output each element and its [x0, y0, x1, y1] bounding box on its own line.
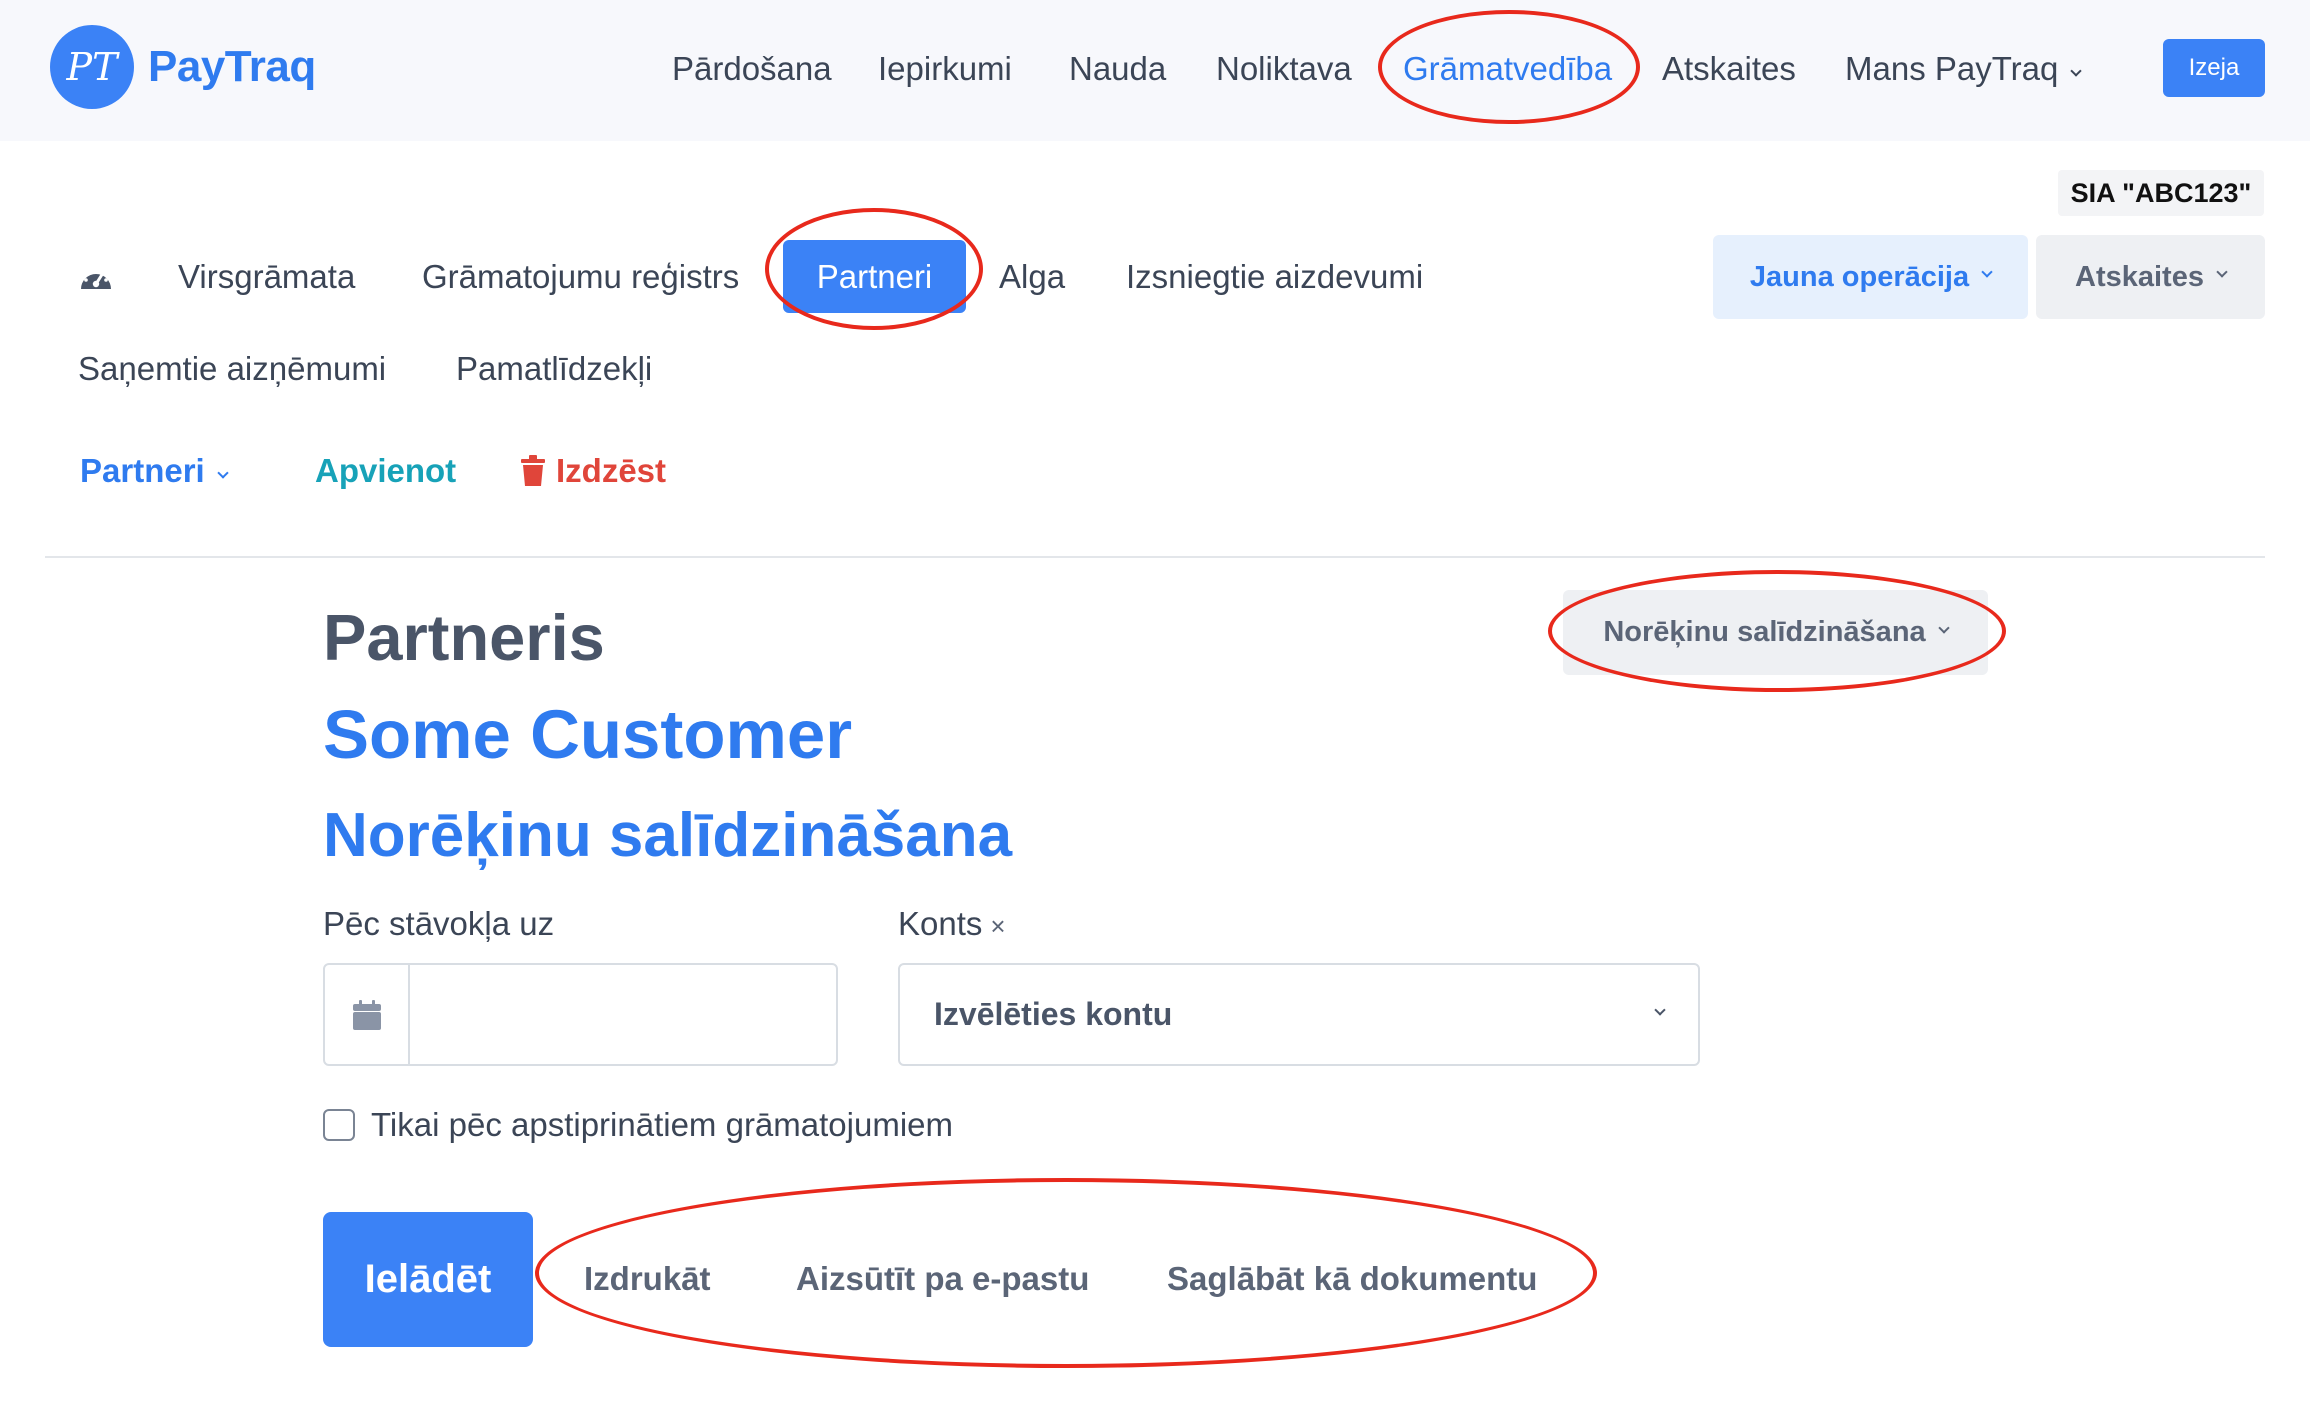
email-link[interactable]: Aizsūtīt pa e-pastu: [796, 1260, 1089, 1298]
subnav-item-virsgramata[interactable]: Virsgrāmata: [178, 258, 355, 296]
load-button[interactable]: Ielādēt: [323, 1212, 533, 1347]
chevron-down-icon: [2216, 266, 2228, 278]
delete-label: Izdzēst: [556, 452, 667, 489]
chevron-down-icon: [1981, 266, 1993, 278]
reports-button[interactable]: Atskaites: [2036, 235, 2265, 319]
subnav-item-sanemtie-aiznemumi[interactable]: Saņemtie aizņēmumi: [78, 350, 386, 388]
new-operation-label: Jauna operācija: [1749, 260, 1970, 293]
approved-only-label[interactable]: Tikai pēc apstiprinātiem grāmatojumiem: [371, 1106, 953, 1144]
trash-icon: [521, 455, 545, 486]
print-link[interactable]: Izdrukāt: [584, 1260, 711, 1298]
date-field: [323, 963, 838, 1066]
date-input[interactable]: [410, 965, 836, 1064]
chevron-down-icon: [2070, 65, 2083, 77]
subnav-item-alga[interactable]: Alga: [999, 258, 1065, 296]
top-navbar: PT PayTraq Pārdošana Iepirkumi Nauda Nol…: [0, 0, 2310, 141]
delete-link[interactable]: Izdzēst: [520, 452, 666, 490]
account-select-placeholder: Izvēlēties kontu: [934, 996, 1173, 1032]
nav-item-atskaites[interactable]: Atskaites: [1662, 50, 1796, 88]
chevron-down-icon: [1937, 621, 1950, 634]
save-as-document-link[interactable]: Saglābāt kā dokumentu: [1167, 1260, 1537, 1298]
nav-item-nauda[interactable]: Nauda: [1069, 50, 1166, 88]
nav-item-gramatvediba[interactable]: Grāmatvedība: [1403, 50, 1612, 88]
reports-label: Atskaites: [2075, 260, 2204, 293]
nav-item-iepirkumi[interactable]: Iepirkumi: [878, 50, 1012, 88]
approved-only-row: Tikai pēc apstiprinātiem grāmatojumiem: [323, 1106, 953, 1144]
calendar-icon: [352, 999, 381, 1030]
reconciliation-dropdown[interactable]: Norēķinu salīdzināšana: [1563, 590, 1988, 675]
nav-item-mans-paytraq-label: Mans PayTraq: [1845, 50, 2059, 87]
divider: [45, 556, 2265, 558]
subnav-item-partneri[interactable]: Partneri: [783, 240, 966, 313]
company-badge: SIA "ABC123": [2058, 170, 2264, 216]
account-select[interactable]: Izvēlēties kontu: [898, 963, 1700, 1066]
nav-item-mans-paytraq[interactable]: Mans PayTraq: [1845, 50, 2083, 88]
chevron-down-icon: [217, 467, 229, 479]
merge-link[interactable]: Apvienot: [315, 452, 456, 490]
date-label: Pēc stāvokļa uz: [323, 905, 555, 942]
exit-button[interactable]: Izeja: [2163, 39, 2265, 97]
partners-dropdown-label: Partneri: [80, 452, 205, 489]
partner-name-link[interactable]: Some Customer: [323, 695, 852, 774]
subnav-item-gramatojumu-registrs[interactable]: Grāmatojumu reģistrs: [422, 258, 739, 296]
account-label-text: Konts: [898, 905, 983, 942]
calendar-button[interactable]: [325, 965, 410, 1064]
subnav-item-izsniegtie-aizdevumi[interactable]: Izsniegtie aizdevumi: [1126, 258, 1423, 296]
subnav-item-pamatlidzekli[interactable]: Pamatlīdzekļi: [456, 350, 652, 388]
approved-only-checkbox[interactable]: [323, 1109, 355, 1141]
logo[interactable]: PT PayTraq: [50, 25, 316, 109]
account-label: Konts ×: [898, 905, 1006, 943]
logo-mark: PT: [50, 25, 134, 109]
section-heading: Partneris: [323, 601, 605, 674]
nav-item-pardosana[interactable]: Pārdošana: [672, 50, 832, 88]
page-title: Norēķinu salīdzināšana: [323, 801, 1013, 870]
clear-icon[interactable]: ×: [990, 911, 1005, 941]
partners-dropdown[interactable]: Partneri: [80, 452, 229, 490]
dashboard-gauge-icon[interactable]: [78, 262, 114, 292]
reconciliation-dropdown-label: Norēķinu salīdzināšana: [1603, 616, 1926, 648]
chevron-down-icon: [1654, 1003, 1666, 1016]
nav-item-noliktava[interactable]: Noliktava: [1216, 50, 1352, 88]
new-operation-button[interactable]: Jauna operācija: [1713, 235, 2028, 319]
logo-text: PayTraq: [148, 42, 316, 91]
